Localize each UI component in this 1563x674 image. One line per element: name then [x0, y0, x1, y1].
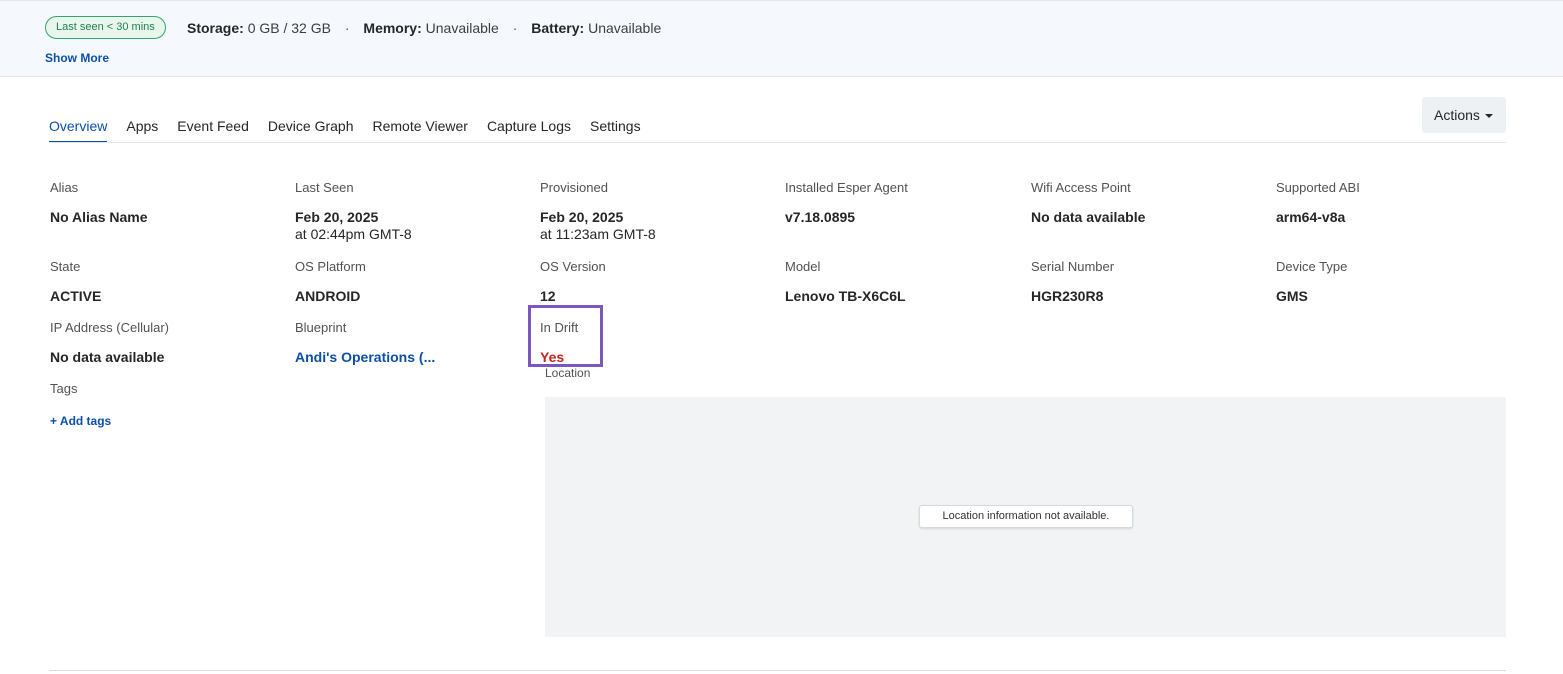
wifi-label: Wifi Access Point — [1031, 180, 1131, 195]
ip-value: No data available — [50, 349, 165, 365]
blueprint-link[interactable]: Andi's Operations (... — [295, 349, 435, 366]
provisioned-label: Provisioned — [540, 180, 608, 195]
os-version-label: OS Version — [540, 259, 606, 274]
alias-label: Alias — [50, 180, 79, 195]
agent-value: v7.18.0895 — [785, 209, 856, 225]
last-seen-time: at 02:44pm GMT-8 — [295, 226, 412, 242]
actions-label: Actions — [1434, 107, 1480, 123]
device-type-label: Device Type — [1276, 259, 1348, 274]
location-label: Location — [545, 366, 591, 380]
last-seen-value: Feb 20, 2025 at 02:44pm GMT-8 — [295, 209, 412, 243]
abi-value: arm64-v8a — [1276, 209, 1346, 225]
tab-device-graph[interactable]: Device Graph — [268, 116, 354, 143]
provisioned-date: Feb 20, 2025 — [540, 209, 624, 225]
alias-value: No Alias Name — [50, 209, 148, 225]
memory-label: Memory: — [363, 20, 422, 36]
storage-label: Storage: — [187, 20, 244, 36]
location-unavailable-message: Location information not available. — [919, 505, 1133, 528]
last-seen-badge: Last seen < 30 mins — [45, 16, 166, 39]
serial-value: HGR230R8 — [1031, 288, 1104, 304]
separator-dot: · — [512, 20, 518, 36]
tabs-divider — [49, 142, 1506, 143]
wifi-value: No data available — [1031, 209, 1146, 225]
os-platform-value: ANDROID — [295, 288, 361, 304]
ip-label: IP Address (Cellular) — [50, 320, 169, 335]
memory-value: Unavailable — [425, 20, 499, 36]
tab-apps[interactable]: Apps — [126, 116, 158, 143]
tab-remote-viewer[interactable]: Remote Viewer — [372, 116, 467, 143]
last-seen-date: Feb 20, 2025 — [295, 209, 379, 225]
separator-dot: · — [344, 20, 350, 36]
provisioned-time: at 11:23am GMT-8 — [540, 226, 656, 242]
tab-capture-logs[interactable]: Capture Logs — [487, 116, 571, 143]
show-more-link[interactable]: Show More — [45, 51, 109, 65]
tab-event-feed[interactable]: Event Feed — [177, 116, 249, 143]
section-divider — [49, 670, 1506, 671]
in-drift-highlight-box — [528, 305, 603, 367]
os-version-value: 12 — [540, 288, 556, 304]
tab-settings[interactable]: Settings — [590, 116, 641, 143]
provisioned-value: Feb 20, 2025 at 11:23am GMT-8 — [540, 209, 656, 243]
last-seen-label: Last Seen — [295, 180, 354, 195]
device-stats: Storage: 0 GB / 32 GB · Memory: Unavaila… — [187, 19, 661, 37]
device-tabs: Overview Apps Event Feed Device Graph Re… — [49, 116, 660, 143]
tags-label: Tags — [50, 381, 78, 396]
device-type-value: GMS — [1276, 288, 1308, 304]
model-label: Model — [785, 259, 821, 274]
agent-label: Installed Esper Agent — [785, 180, 908, 195]
caret-down-icon — [1484, 114, 1493, 119]
blueprint-label: Blueprint — [295, 320, 347, 335]
state-label: State — [50, 259, 81, 274]
os-platform-label: OS Platform — [295, 259, 366, 274]
model-value: Lenovo TB-X6C6L — [785, 288, 906, 304]
state-value: ACTIVE — [50, 288, 102, 304]
tab-overview[interactable]: Overview — [49, 116, 108, 143]
battery-label: Battery: — [531, 20, 585, 36]
device-status-bar: Last seen < 30 mins Storage: 0 GB / 32 G… — [0, 0, 1563, 77]
serial-label: Serial Number — [1031, 259, 1115, 274]
battery-value: Unavailable — [588, 20, 662, 36]
storage-value: 0 GB / 32 GB — [247, 20, 331, 36]
actions-dropdown-button[interactable]: Actions — [1422, 97, 1506, 133]
add-tags-link[interactable]: + Add tags — [50, 414, 111, 428]
abi-label: Supported ABI — [1276, 180, 1360, 195]
